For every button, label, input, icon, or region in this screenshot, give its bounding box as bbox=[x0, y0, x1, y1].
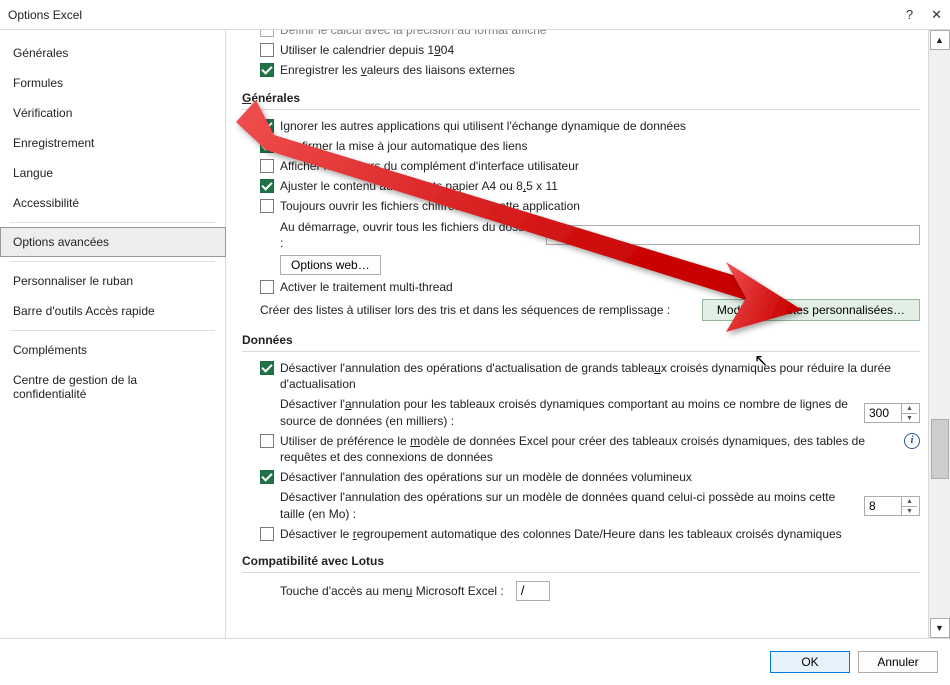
checkbox-confirm-link-update[interactable] bbox=[260, 139, 274, 153]
startup-folder-input[interactable] bbox=[546, 225, 920, 245]
checkbox-label: Enregistrer les valeurs des liaisons ext… bbox=[280, 62, 920, 78]
sidebar-separator bbox=[10, 222, 215, 223]
window-title: Options Excel bbox=[8, 8, 906, 22]
undo-threshold-spinner[interactable]: ▲▼ bbox=[864, 403, 920, 423]
checkbox-disable-auto-group[interactable] bbox=[260, 527, 274, 541]
scrollbar-thumb[interactable] bbox=[931, 419, 949, 479]
sidebar-item-accessibilite[interactable]: Accessibilité bbox=[0, 188, 226, 218]
checkbox-label: Ignorer les autres applications qui util… bbox=[280, 118, 920, 134]
edit-custom-lists-button[interactable]: Modifier les listes personnalisées… bbox=[702, 299, 920, 321]
checkbox-label: Utiliser de préférence le modèle de donn… bbox=[280, 433, 898, 465]
scroll-up-icon[interactable]: ▲ bbox=[930, 30, 950, 50]
checkbox-label: Désactiver l'annulation des opérations s… bbox=[280, 469, 920, 485]
checkbox-label: Afficher les erreurs du complément d'int… bbox=[280, 158, 920, 174]
section-title-generales: Générales bbox=[242, 91, 920, 110]
scrollbar-track[interactable] bbox=[930, 50, 950, 618]
checkbox-show-addon-errors[interactable] bbox=[260, 159, 274, 173]
undo-threshold-label: Désactiver l'annulation pour les tableau… bbox=[280, 396, 858, 428]
sidebar-item-label: Barre d'outils Accès rapide bbox=[13, 304, 155, 318]
web-options-button[interactable]: Options web… bbox=[280, 255, 381, 275]
sidebar-item-label: Langue bbox=[13, 166, 53, 180]
checkbox-label: Désactiver le regroupement automatique d… bbox=[280, 526, 920, 542]
checkbox-1904-calendar[interactable] bbox=[260, 43, 274, 57]
vertical-scrollbar[interactable]: ▲ ▼ bbox=[928, 30, 950, 638]
sidebar-item-options-avancees[interactable]: Options avancées bbox=[0, 227, 226, 257]
sidebar-item-verification[interactable]: Vérification bbox=[0, 98, 226, 128]
checkbox-label: Utiliser le calendrier depuis 1904 bbox=[280, 42, 920, 58]
checkbox-label: Définir le calcul avec la précision au f… bbox=[280, 30, 920, 38]
lotus-menu-key-label: Touche d'accès au menu Microsoft Excel : bbox=[280, 583, 504, 599]
custom-lists-label: Créer des listes à utiliser lors des tri… bbox=[260, 302, 696, 318]
checkbox-label: Activer le traitement multi-thread bbox=[280, 279, 920, 295]
undo-threshold-value[interactable] bbox=[865, 404, 901, 422]
dialog-footer: OK Annuler bbox=[0, 638, 950, 684]
section-title-donnees: Données bbox=[242, 333, 920, 352]
sidebar-item-label: Personnaliser le ruban bbox=[13, 274, 133, 288]
checkbox-label: Confirmer la mise à jour automatique des… bbox=[280, 138, 920, 154]
titlebar: Options Excel ? ✕ bbox=[0, 0, 950, 30]
sidebar-item-centre-confidentialite[interactable]: Centre de gestion de la confidentialité bbox=[0, 365, 226, 409]
spinner-up-icon[interactable]: ▲ bbox=[902, 497, 917, 507]
checkbox-precision-format[interactable] bbox=[260, 30, 274, 37]
content-panel: Définir le calcul avec la précision au f… bbox=[226, 30, 928, 638]
sidebar-item-label: Enregistrement bbox=[13, 136, 94, 150]
sidebar-item-label: Générales bbox=[13, 46, 68, 60]
sidebar-item-label: Compléments bbox=[13, 343, 87, 357]
checkbox-disable-undo-large-model[interactable] bbox=[260, 470, 274, 484]
spinner-down-icon[interactable]: ▼ bbox=[902, 507, 917, 516]
checkbox-prefer-datamodel[interactable] bbox=[260, 434, 274, 448]
checkbox-label: Désactiver l'annulation des opérations d… bbox=[280, 360, 920, 392]
checkbox-adjust-a4[interactable] bbox=[260, 179, 274, 193]
sidebar-item-label: Formules bbox=[13, 76, 63, 90]
checkbox-disable-undo-pivot[interactable] bbox=[260, 361, 274, 375]
sidebar-item-label: Vérification bbox=[13, 106, 72, 120]
spinner-down-icon[interactable]: ▼ bbox=[902, 414, 917, 423]
sidebar-separator bbox=[10, 261, 215, 262]
close-icon[interactable]: ✕ bbox=[931, 7, 942, 23]
lotus-menu-key-input[interactable] bbox=[516, 581, 550, 601]
checkbox-multithread[interactable] bbox=[260, 280, 274, 294]
sidebar-item-personnaliser-ruban[interactable]: Personnaliser le ruban bbox=[0, 266, 226, 296]
checkbox-open-encrypted[interactable] bbox=[260, 199, 274, 213]
info-icon[interactable]: i bbox=[904, 433, 920, 449]
undo-size-label: Désactiver l'annulation des opérations s… bbox=[280, 489, 858, 521]
checkbox-ignore-dde-apps[interactable] bbox=[260, 119, 274, 133]
sidebar-item-langue[interactable]: Langue bbox=[0, 158, 226, 188]
help-icon[interactable]: ? bbox=[906, 7, 913, 22]
sidebar-item-label: Centre de gestion de la confidentialité bbox=[13, 373, 137, 401]
undo-size-spinner[interactable]: ▲▼ bbox=[864, 496, 920, 516]
checkbox-label: Ajuster le contenu aux formats papier A4… bbox=[280, 178, 920, 194]
spinner-up-icon[interactable]: ▲ bbox=[902, 404, 917, 414]
scroll-down-icon[interactable]: ▼ bbox=[930, 618, 950, 638]
checkbox-label: Toujours ouvrir les fichiers chiffrés da… bbox=[280, 198, 920, 214]
sidebar-item-barre-outils[interactable]: Barre d'outils Accès rapide bbox=[0, 296, 226, 326]
cancel-button[interactable]: Annuler bbox=[858, 651, 938, 673]
sidebar-item-generales[interactable]: Générales bbox=[0, 38, 226, 68]
sidebar-item-complements[interactable]: Compléments bbox=[0, 335, 226, 365]
section-title-lotus: Compatibilité avec Lotus bbox=[242, 554, 920, 573]
sidebar-item-label: Accessibilité bbox=[13, 196, 79, 210]
sidebar-item-enregistrement[interactable]: Enregistrement bbox=[0, 128, 226, 158]
sidebar: Générales Formules Vérification Enregist… bbox=[0, 30, 226, 638]
startup-folder-label: Au démarrage, ouvrir tous les fichiers d… bbox=[280, 219, 540, 251]
sidebar-separator bbox=[10, 330, 215, 331]
checkbox-save-link-values[interactable] bbox=[260, 63, 274, 77]
sidebar-item-formules[interactable]: Formules bbox=[0, 68, 226, 98]
undo-size-value[interactable] bbox=[865, 497, 901, 515]
sidebar-item-label: Options avancées bbox=[13, 235, 109, 249]
ok-button[interactable]: OK bbox=[770, 651, 850, 673]
